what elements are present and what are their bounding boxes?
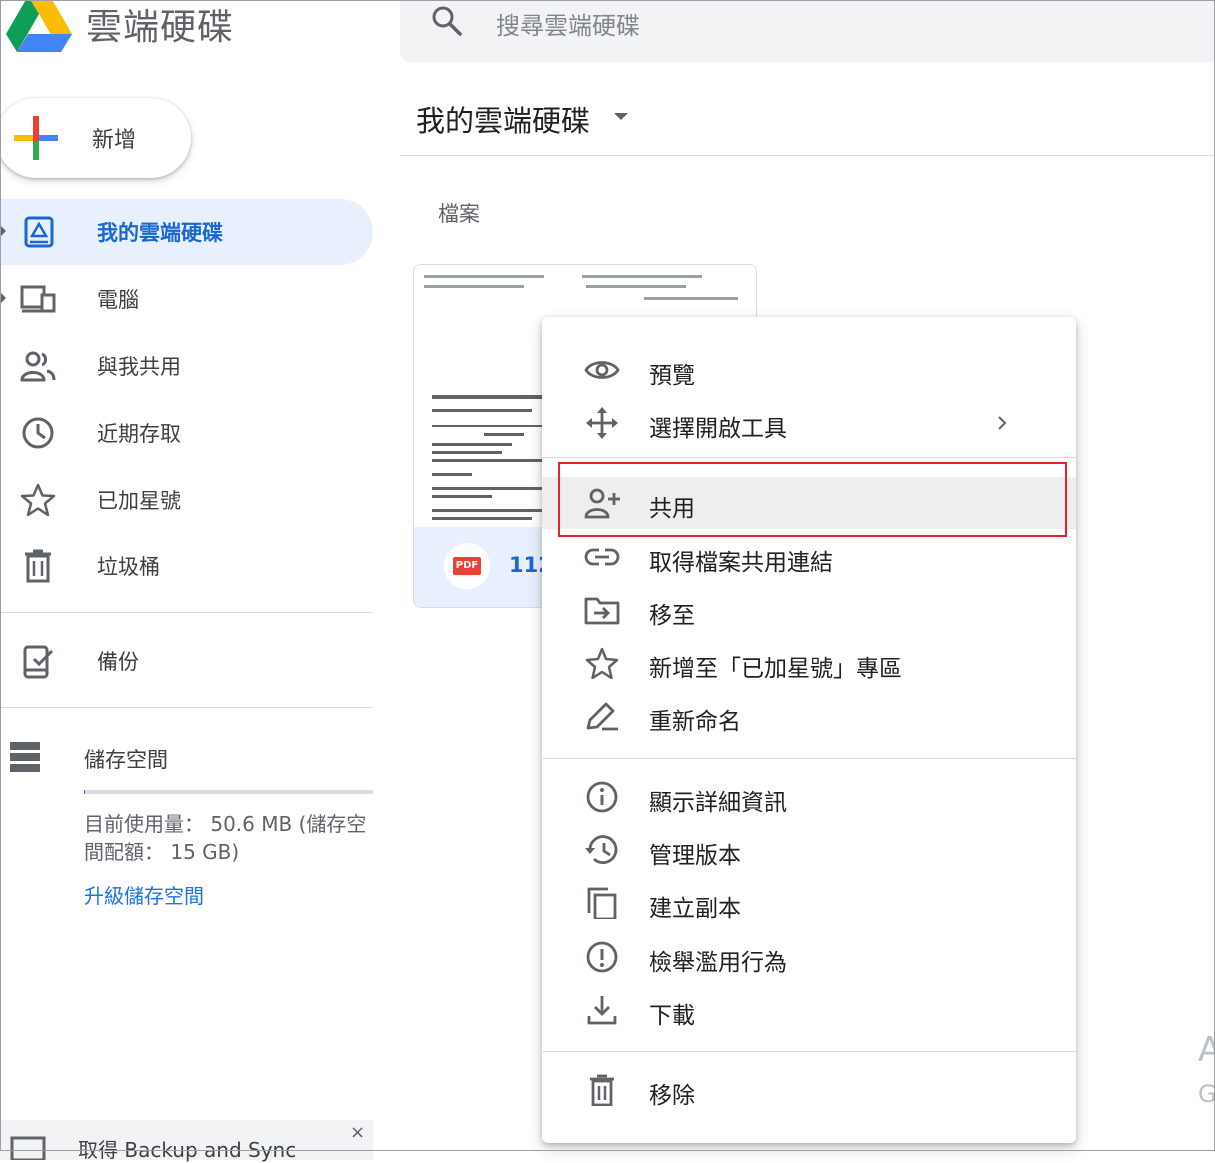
my-drive-icon xyxy=(24,216,54,248)
highlight-box xyxy=(558,462,1067,537)
sidebar-item-label: 電腦 xyxy=(97,288,139,312)
computers-icon xyxy=(20,285,56,313)
menu-item-remove[interactable]: 移除 xyxy=(542,1064,1076,1116)
plus-icon xyxy=(14,116,58,160)
report-icon xyxy=(586,941,618,973)
chevron-right-icon xyxy=(998,416,1007,430)
menu-item-make-copy[interactable]: 建立副本 xyxy=(542,877,1076,929)
expand-caret-icon[interactable] xyxy=(0,225,6,237)
pdf-file-icon: PDF xyxy=(444,543,490,589)
menu-item-label: 選擇開啟工具 xyxy=(649,416,787,442)
sidebar-item-recent[interactable]: 近期存取 xyxy=(0,400,373,466)
menu-divider xyxy=(542,457,1076,458)
menu-item-add-star[interactable]: 新增至「已加星號」專區 xyxy=(542,637,1076,689)
search-icon[interactable] xyxy=(430,4,464,38)
sidebar-item-label: 已加星號 xyxy=(97,489,181,513)
menu-item-open-with[interactable]: 選擇開啟工具 xyxy=(542,397,1076,449)
app-title: 雲端硬碟 xyxy=(86,7,235,48)
sidebar-item-starred[interactable]: 已加星號 xyxy=(0,467,373,533)
sidebar-item-my-drive[interactable]: 我的雲端硬碟 xyxy=(0,199,373,265)
menu-item-label: 新增至「已加星號」專區 xyxy=(649,656,902,682)
menu-item-label: 移除 xyxy=(649,1083,695,1109)
rename-pencil-icon xyxy=(586,702,618,731)
star-icon xyxy=(20,483,56,517)
upgrade-storage-link[interactable]: 升級儲存空間 xyxy=(84,880,204,909)
main-divider xyxy=(400,155,1215,156)
menu-item-preview[interactable]: 預覽 xyxy=(542,344,1076,396)
shared-with-me-icon xyxy=(20,351,56,382)
menu-divider xyxy=(542,1051,1076,1052)
menu-item-get-link[interactable]: 取得檔案共用連結 xyxy=(542,531,1076,583)
search-bar[interactable]: 搜尋雲端硬碟 xyxy=(400,0,1215,62)
context-menu: 預覽 選擇開啟工具 共用 取得檔案共用連結 移至 新增至「已加星號」專區 重新命… xyxy=(542,317,1076,1143)
menu-item-manage-versions[interactable]: 管理版本 xyxy=(542,824,1076,876)
trash-icon xyxy=(590,1074,614,1106)
pdf-badge: PDF xyxy=(453,557,481,575)
sidebar-item-backup[interactable]: 備份 xyxy=(0,628,373,694)
menu-item-download[interactable]: 下載 xyxy=(542,984,1076,1036)
menu-item-label: 顯示詳細資訊 xyxy=(649,790,787,816)
move-to-icon xyxy=(584,597,620,625)
backup-sync-banner[interactable]: 取得 Backup and Sync × xyxy=(0,1120,373,1162)
sidebar-item-label: 與我共用 xyxy=(97,355,181,379)
menu-item-label: 建立副本 xyxy=(649,896,741,922)
computer-icon xyxy=(10,1136,46,1160)
title-dropdown-icon[interactable] xyxy=(614,113,628,120)
eye-icon xyxy=(584,361,620,379)
sidebar-divider xyxy=(0,612,373,613)
sidebar-item-trash[interactable]: 垃圾桶 xyxy=(0,533,373,599)
menu-item-label: 移至 xyxy=(649,603,695,629)
section-label-files: 檔案 xyxy=(438,202,480,226)
backup-sync-text: 取得 Backup and Sync xyxy=(78,1138,297,1162)
sidebar-item-computers[interactable]: 電腦 xyxy=(0,266,373,332)
history-icon xyxy=(585,835,618,864)
edge-partial-text: A xyxy=(1198,1030,1215,1070)
copy-icon xyxy=(587,887,617,919)
open-with-icon xyxy=(586,407,618,439)
expand-caret-icon[interactable] xyxy=(0,292,6,304)
drive-logo-icon xyxy=(6,0,72,52)
info-icon xyxy=(586,781,618,813)
sidebar-item-label: 垃圾桶 xyxy=(97,555,160,579)
sidebar-item-label: 備份 xyxy=(97,650,139,674)
menu-item-details[interactable]: 顯示詳細資訊 xyxy=(542,771,1076,823)
storage-usage-bar xyxy=(84,790,373,794)
star-icon xyxy=(585,647,619,679)
sidebar-item-label: 近期存取 xyxy=(97,422,181,446)
link-icon xyxy=(584,548,620,566)
storage-usage-text: 目前使用量： 50.6 MB (儲存空間配額： 15 GB) xyxy=(84,812,367,864)
recent-icon xyxy=(22,417,54,449)
menu-item-label: 重新命名 xyxy=(649,709,741,735)
search-input[interactable]: 搜尋雲端硬碟 xyxy=(496,6,640,41)
download-icon xyxy=(587,996,617,1025)
menu-item-label: 預覽 xyxy=(649,363,695,389)
menu-item-label: 取得檔案共用連結 xyxy=(649,550,833,576)
storage-usage-fill xyxy=(84,790,85,794)
menu-item-label: 檢舉濫用行為 xyxy=(649,950,787,976)
menu-item-rename[interactable]: 重新命名 xyxy=(542,690,1076,742)
new-button[interactable]: 新增 xyxy=(0,98,191,178)
trash-icon xyxy=(25,549,51,583)
sidebar-item-label: 我的雲端硬碟 xyxy=(97,221,223,245)
page-title[interactable]: 我的雲端硬碟 xyxy=(416,98,590,140)
menu-divider xyxy=(542,758,1076,759)
menu-item-move-to[interactable]: 移至 xyxy=(542,584,1076,636)
menu-item-label: 管理版本 xyxy=(649,843,741,869)
sidebar-item-shared-with-me[interactable]: 與我共用 xyxy=(0,333,373,399)
menu-item-report-abuse[interactable]: 檢舉濫用行為 xyxy=(542,931,1076,983)
backup-icon xyxy=(23,645,54,679)
edge-partial-text: G xyxy=(1198,1080,1215,1108)
storage-icon xyxy=(10,742,40,772)
sidebar-divider xyxy=(0,707,373,708)
storage-label: 儲存空間 xyxy=(84,748,168,772)
new-button-label: 新增 xyxy=(92,128,137,153)
close-icon[interactable]: × xyxy=(350,1122,365,1143)
menu-item-label: 下載 xyxy=(649,1003,695,1029)
